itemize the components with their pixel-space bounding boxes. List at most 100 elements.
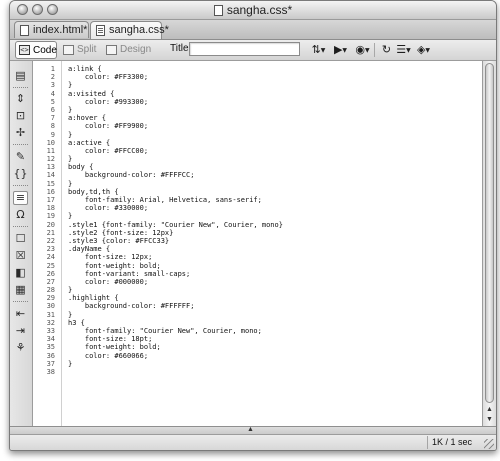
select-parent-tag-icon[interactable]: ✎ (13, 150, 28, 164)
code-line[interactable]: 2 color: #FF3300; (33, 73, 482, 81)
code-line-text[interactable]: color: #FF9900; (68, 122, 148, 130)
code-line[interactable]: 8 color: #FF9900; (33, 122, 482, 130)
code-line[interactable]: 18 color: #330000; (33, 204, 482, 212)
document-title-input[interactable] (189, 42, 300, 56)
code-line-text[interactable]: .style2 {font-size: 12px} (68, 229, 173, 237)
resize-grip-icon[interactable] (484, 439, 494, 449)
code-line[interactable]: 35 font-weight: bold; (33, 343, 482, 351)
tab-index-html[interactable]: index.html* (14, 21, 89, 38)
code-line[interactable]: 26 font-variant: small-caps; (33, 270, 482, 278)
code-line-text[interactable]: .highlight { (68, 294, 119, 302)
code-line[interactable]: 15} (33, 180, 482, 188)
code-line[interactable]: 29 .highlight { (33, 294, 482, 302)
code-line-text[interactable]: font-weight: bold; (68, 262, 161, 270)
code-line[interactable]: 13 body { (33, 163, 482, 171)
code-line-text[interactable]: color: #000000; (68, 278, 148, 286)
code-line-text[interactable]: } (68, 180, 72, 188)
code-line[interactable]: 9} (33, 131, 482, 139)
code-line[interactable]: 14 background-color: #FFFFCC; (33, 171, 482, 179)
code-line[interactable]: 23 .dayName { (33, 245, 482, 253)
code-line-text[interactable]: font-weight: bold; (68, 343, 161, 351)
code-line-text[interactable]: font-size: 12px; (68, 253, 152, 261)
visual-aids-icon[interactable]: ◈▼ (415, 42, 432, 57)
line-numbers-icon[interactable]: ≡ (13, 191, 28, 205)
code-line-text[interactable]: color: #993300; (68, 98, 148, 106)
scroll-up-icon[interactable]: ▲ (483, 405, 496, 414)
move-css-icon[interactable]: ⇤ (13, 307, 28, 321)
collapse-selection-icon[interactable]: ⊡ (13, 109, 28, 123)
expand-all-icon[interactable]: ✢ (13, 126, 28, 140)
refresh-icon[interactable]: ↻ (378, 42, 395, 57)
code-line[interactable]: 10 a:active { (33, 139, 482, 147)
code-line-text[interactable]: font-variant: small-caps; (68, 270, 190, 278)
code-line[interactable]: 4 a:visited { (33, 90, 482, 98)
code-line-text[interactable]: .style1 {font-family: "Courier New", Cou… (68, 221, 283, 229)
tab-sangha-css[interactable]: sangha.css* (90, 21, 169, 39)
expand-arrow-icon[interactable]: ▲ (247, 426, 254, 433)
code-line-text[interactable]: background-color: #FFFFCC; (68, 171, 195, 179)
code-line[interactable]: 24 font-size: 12px; (33, 253, 482, 261)
preview-icon[interactable]: ▶▼ (332, 42, 349, 57)
code-line-text[interactable]: color: #FF3300; (68, 73, 148, 81)
code-line-text[interactable]: } (68, 212, 72, 220)
code-line-text[interactable]: a:hover { (68, 114, 106, 122)
apply-comment-icon[interactable]: ☐ (13, 232, 28, 246)
code-line[interactable]: 12} (33, 155, 482, 163)
indent-code-icon[interactable]: ⇥ (13, 324, 28, 338)
code-line[interactable]: 25 font-weight: bold; (33, 262, 482, 270)
title-bar[interactable]: sangha.css* (10, 1, 496, 20)
code-line[interactable]: 32 h3 { (33, 319, 482, 327)
code-line-text[interactable]: font-family: "Courier New", Courier, mon… (68, 327, 262, 335)
globe-icon[interactable]: ◉▼ (354, 42, 371, 57)
code-line[interactable]: 5 color: #993300; (33, 98, 482, 106)
code-line-text[interactable]: body,td,th { (68, 188, 119, 196)
split-view-button[interactable]: Split (60, 42, 100, 58)
code-line[interactable]: 37} (33, 360, 482, 368)
code-line-text[interactable]: a:active { (68, 139, 110, 147)
wrap-tag-icon[interactable]: ◧ (13, 266, 28, 280)
code-content[interactable]: 1 a:link {2 color: #FF3300; 3} 4 a:visited {… (33, 65, 482, 376)
code-line[interactable]: 27 color: #000000; (33, 278, 482, 286)
code-line[interactable]: 21 .style2 {font-size: 12px} (33, 229, 482, 237)
code-line[interactable]: 6} (33, 106, 482, 114)
code-line[interactable]: 20 .style1 {font-family: "Courier New", C… (33, 221, 482, 229)
code-line[interactable]: 36 color: #660066; (33, 352, 482, 360)
remove-comment-icon[interactable]: ☒ (13, 249, 28, 263)
code-line-text[interactable]: a:link { (68, 65, 102, 73)
balance-braces-icon[interactable]: {} (13, 167, 28, 181)
code-line-text[interactable]: font-size: 18pt; (68, 335, 152, 343)
scrollbar-thumb[interactable] (485, 63, 494, 403)
code-editor[interactable]: 1 a:link {2 color: #FF3300; 3} 4 a:visited {… (33, 61, 482, 426)
code-line[interactable]: 3} (33, 81, 482, 89)
code-line[interactable]: 1 a:link { (33, 65, 482, 73)
code-line-text[interactable]: } (68, 81, 72, 89)
code-line[interactable]: 38 (33, 368, 482, 376)
highlight-invalid-code-icon[interactable]: Ω (13, 208, 28, 222)
code-line-text[interactable]: color: #660066; (68, 352, 148, 360)
view-options-icon[interactable]: ☰▼ (395, 42, 412, 57)
code-line[interactable]: 30 background-color: #FFFFFF; (33, 302, 482, 310)
code-view-button[interactable]: <> Code (15, 41, 57, 59)
code-line-text[interactable]: h3 { (68, 319, 85, 327)
code-line[interactable]: 22 .style3 {color: #FFCC33} (33, 237, 482, 245)
code-line[interactable]: 33 font-family: "Courier New", Courier, … (33, 327, 482, 335)
scroll-down-icon[interactable]: ▼ (483, 415, 496, 424)
code-line-text[interactable]: } (68, 311, 72, 319)
code-line-text[interactable]: } (68, 360, 72, 368)
collapse-full-tag-icon[interactable]: ⇕ (13, 92, 28, 106)
recent-snippets-icon[interactable]: ▦ (13, 283, 28, 297)
code-line-text[interactable]: body { (68, 163, 93, 171)
code-line-text[interactable]: .style3 {color: #FFCC33} (68, 237, 169, 245)
code-line-text[interactable]: } (68, 106, 72, 114)
code-line[interactable]: 17 font-family: Arial, Helvetica, sans-s… (33, 196, 482, 204)
code-line-text[interactable]: } (68, 286, 72, 294)
design-view-button[interactable]: Design (103, 42, 151, 58)
code-line-text[interactable]: .dayName { (68, 245, 110, 253)
code-line-text[interactable]: color: #330000; (68, 204, 148, 212)
code-line-text[interactable]: color: #FFCC00; (68, 147, 148, 155)
code-line-text[interactable]: background-color: #FFFFFF; (68, 302, 195, 310)
format-source-code-icon[interactable]: ⚘ (13, 341, 28, 355)
code-line[interactable]: 34 font-size: 18pt; (33, 335, 482, 343)
code-line[interactable]: 11 color: #FFCC00; (33, 147, 482, 155)
code-line[interactable]: 31} (33, 311, 482, 319)
